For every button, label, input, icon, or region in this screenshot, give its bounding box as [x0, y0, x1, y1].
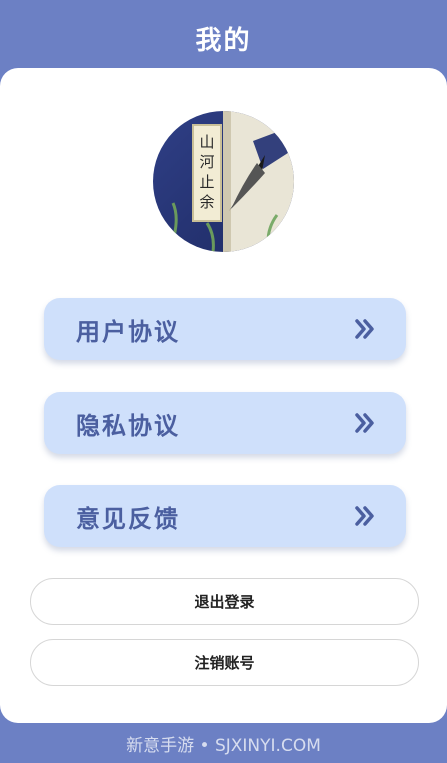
menu-item-privacy-agreement[interactable]: 隐私协议 — [44, 392, 406, 454]
page-title: 我的 — [195, 25, 252, 56]
cancel-account-label: 注销账号 — [194, 654, 255, 672]
logout-button[interactable]: 退出登录 — [30, 578, 419, 625]
logout-label: 退出登录 — [194, 593, 255, 611]
menu-item-user-agreement[interactable]: 用户协议 — [44, 298, 406, 360]
menu-item-label: 隐私协议 — [76, 411, 180, 440]
avatar-text-2: 河 — [199, 153, 214, 171]
cancel-account-button[interactable]: 注销账号 — [30, 639, 419, 686]
watermark-text: 新意手游 • SJXINYI.COM — [126, 736, 321, 756]
avatar-text-3: 止 — [199, 173, 214, 191]
avatar[interactable]: 山 河 止 余 — [153, 111, 294, 252]
double-chevron-right-icon — [355, 319, 374, 339]
avatar-text-1: 山 — [199, 133, 214, 151]
header-bar: 我的 — [0, 0, 447, 68]
double-chevron-right-icon — [355, 506, 374, 526]
menu-item-label: 用户协议 — [76, 317, 180, 346]
avatar-text-4: 余 — [199, 193, 214, 211]
avatar-illustration-icon: 山 河 止 余 — [153, 111, 294, 252]
double-chevron-right-icon — [355, 413, 374, 433]
menu-item-label: 意见反馈 — [76, 504, 180, 533]
menu-item-feedback[interactable]: 意见反馈 — [44, 485, 406, 547]
